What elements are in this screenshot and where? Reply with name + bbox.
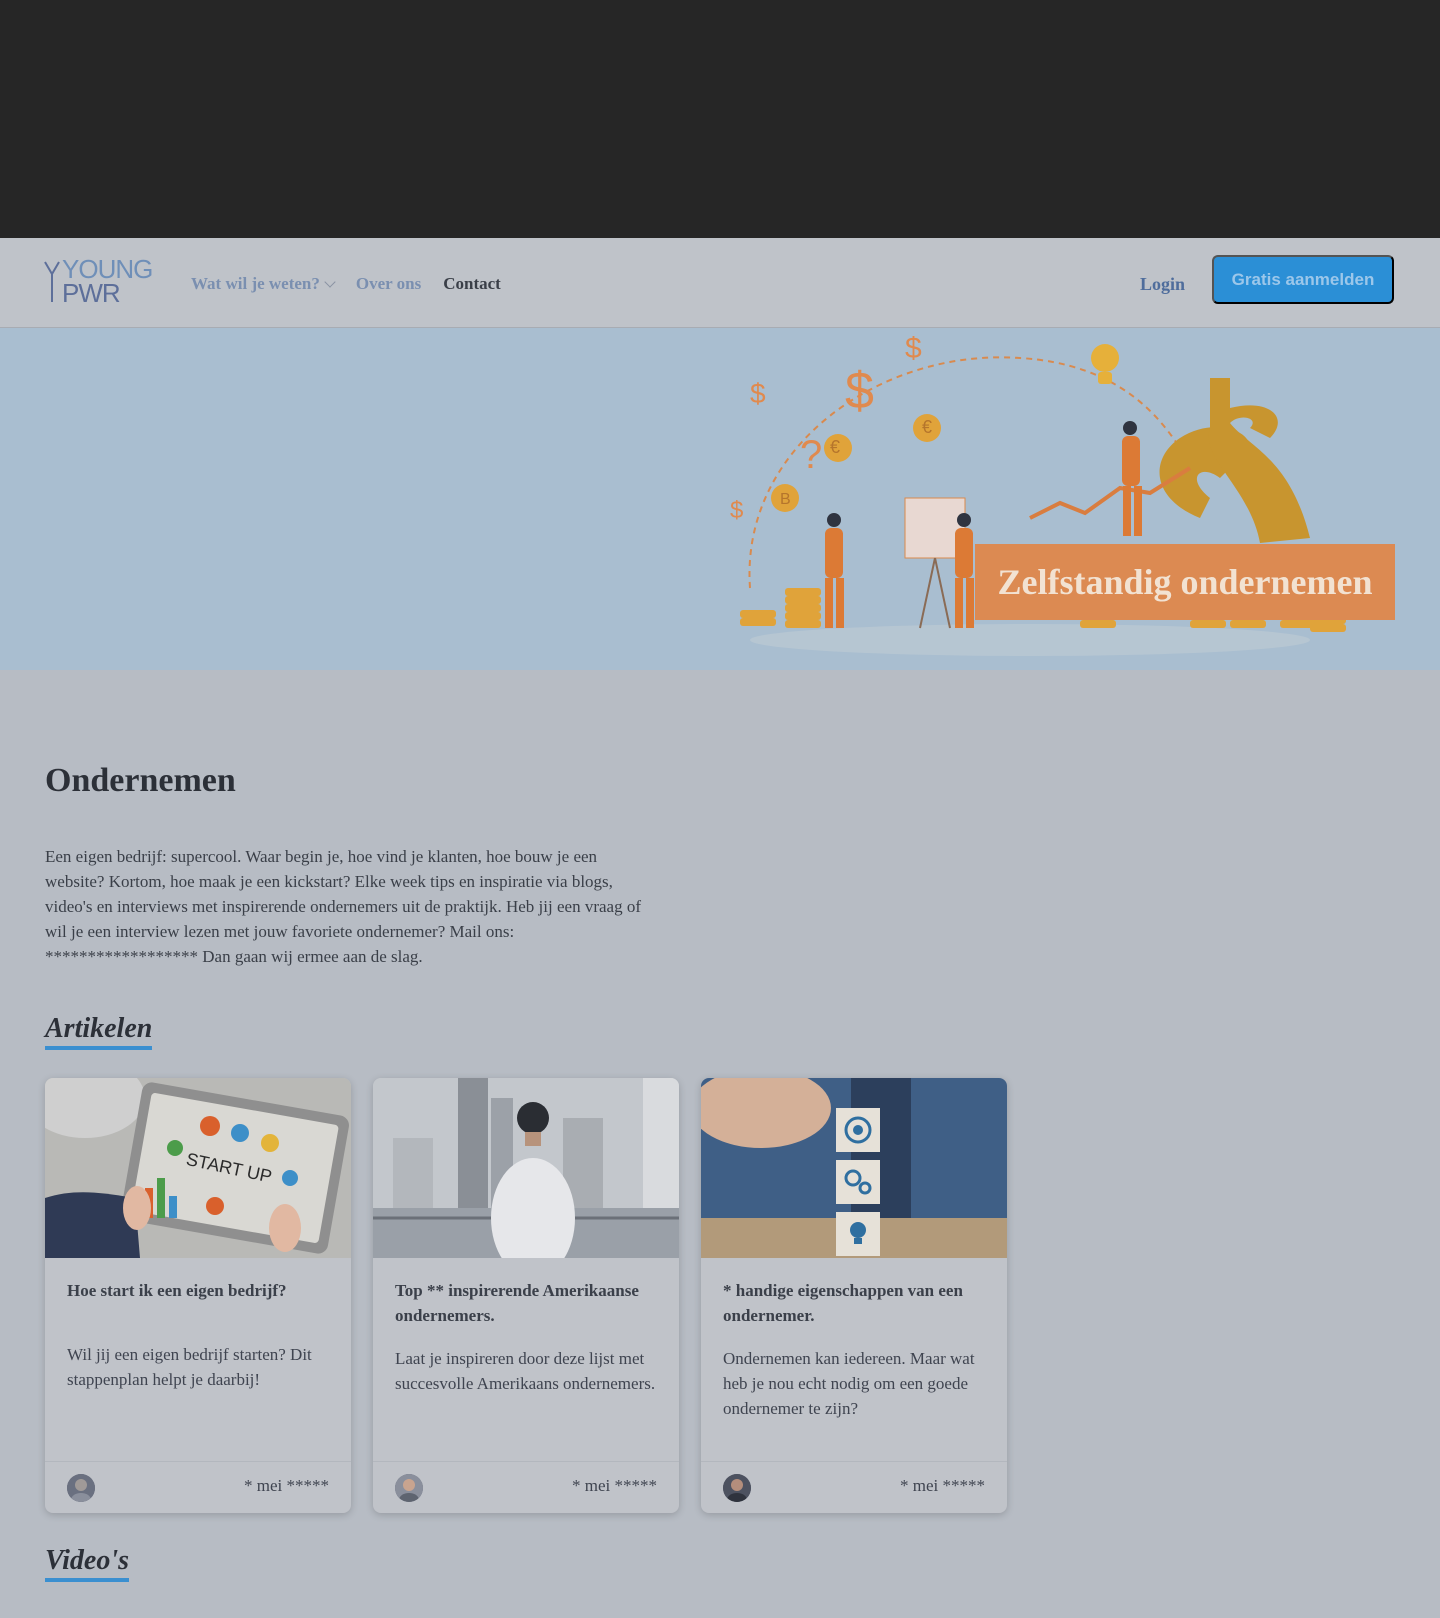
- articles-heading: Artikelen: [45, 1014, 153, 1050]
- article-title[interactable]: Hoe start ik een eigen bedrijf?: [67, 1278, 335, 1303]
- svg-text:$: $: [905, 332, 922, 365]
- svg-text:€: €: [922, 417, 932, 437]
- signup-button[interactable]: Gratis aanmelden: [1212, 255, 1394, 304]
- article-footer: * mei *****: [373, 1461, 679, 1513]
- article-description: Laat je inspireren door deze lijst met s…: [395, 1349, 656, 1393]
- intro-text: Een eigen bedrijf: supercool. Waar begin…: [45, 847, 641, 966]
- article-image-businessman: [373, 1078, 679, 1258]
- site-header: YOUNG PWR Wat wil je weten? Over ons Con…: [0, 238, 1440, 328]
- article-date: * mei *****: [572, 1476, 657, 1495]
- article-footer: * mei *****: [701, 1461, 1007, 1513]
- article-image-blocks: [701, 1078, 1007, 1258]
- author-avatar: [723, 1474, 751, 1502]
- nav-item-wat-wil-je-weten[interactable]: Wat wil je weten?: [191, 274, 336, 294]
- hero-banner: € € B ? $ $ $ $ Zelfstandig ondernemen: [0, 328, 1440, 670]
- article-card-2[interactable]: Top ** inspirerende Amerikaanse ondernem…: [373, 1078, 679, 1513]
- article-card-1[interactable]: START UP Hoe start ik een eigen bedrijf?…: [45, 1078, 351, 1513]
- svg-text:B: B: [780, 491, 791, 508]
- article-image-startup: START UP: [45, 1078, 351, 1258]
- login-link[interactable]: Login: [1140, 274, 1185, 295]
- videos-heading: Video's: [45, 1546, 130, 1582]
- page-title: Ondernemen: [45, 762, 236, 799]
- article-card-3[interactable]: * handige eigenschappen van een ondernem…: [701, 1078, 1007, 1513]
- article-date: * mei *****: [900, 1476, 985, 1495]
- svg-text:$: $: [730, 497, 743, 524]
- author-avatar: [67, 1474, 95, 1502]
- top-dark-band: [0, 0, 1440, 238]
- hero-title-badge: Zelfstandig ondernemen: [975, 544, 1395, 620]
- article-date: * mei *****: [244, 1476, 329, 1495]
- nav-item-over-ons[interactable]: Over ons: [356, 274, 421, 294]
- article-description: Ondernemen kan iedereen. Maar wat heb je…: [723, 1349, 975, 1418]
- chevron-down-icon: [324, 276, 336, 288]
- main-nav: Wat wil je weten? Over ons Contact: [191, 274, 501, 294]
- article-description: Wil jij een eigen bedrijf starten? Dit s…: [67, 1345, 312, 1389]
- svg-text:$: $: [845, 362, 874, 420]
- logo-text-pwr: PWR: [62, 278, 121, 308]
- article-footer: * mei *****: [45, 1461, 351, 1513]
- logo[interactable]: YOUNG PWR: [44, 256, 153, 308]
- nav-item-label: Wat wil je weten?: [191, 274, 320, 293]
- article-title[interactable]: * handige eigenschappen van een ondernem…: [723, 1278, 991, 1328]
- svg-text:?: ?: [800, 433, 822, 477]
- logo-mark-icon: [44, 261, 60, 302]
- article-title[interactable]: Top ** inspirerende Amerikaanse ondernem…: [395, 1278, 663, 1328]
- svg-text:€: €: [830, 437, 840, 457]
- nav-item-contact[interactable]: Contact: [443, 274, 501, 294]
- author-avatar: [395, 1474, 423, 1502]
- svg-text:$: $: [750, 378, 766, 409]
